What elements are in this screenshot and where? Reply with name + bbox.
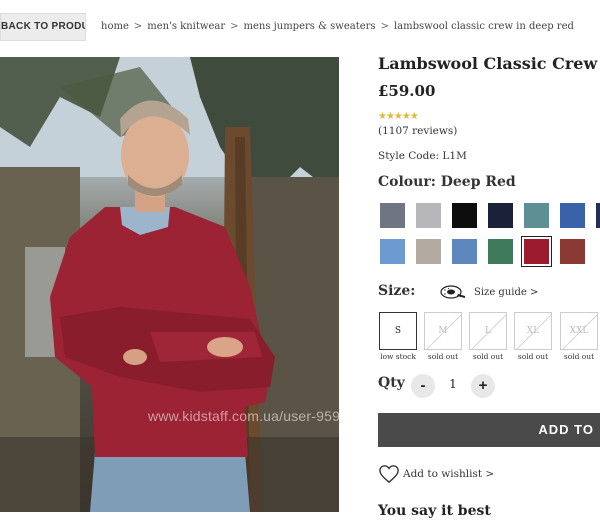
colour-swatch-rust[interactable] (560, 239, 585, 264)
colour-swatch-green[interactable] (488, 239, 513, 264)
rating-stars[interactable]: ★★★★★ (378, 111, 419, 122)
watermark-text: www.kidstaff.com.ua/user-95962.html (148, 408, 388, 424)
size-label: Size: (378, 283, 416, 299)
quantity-label: Qty (378, 375, 405, 391)
colour-swatch-light-grey[interactable] (416, 203, 441, 228)
breadcrumb-separator: > (133, 21, 143, 32)
colour-swatch-black[interactable] (452, 203, 477, 228)
breadcrumb-mens-knitwear[interactable]: men's knitwear (147, 21, 225, 32)
colour-swatch-oatmeal[interactable] (416, 239, 441, 264)
breadcrumb-home[interactable]: home (101, 21, 129, 32)
breadcrumb-current: lambswool classic crew in deep red (393, 21, 574, 32)
breadcrumb: home > men's knitwear > mens jumpers & sweat… (101, 21, 574, 32)
add-to-bag-button[interactable]: ADD TO (378, 413, 600, 447)
size-stock-status: low stock (380, 352, 416, 361)
colour-swatch-deep-red[interactable] (521, 236, 552, 267)
size-option-l[interactable]: L (469, 312, 507, 350)
quantity-value[interactable]: 1 (446, 377, 460, 391)
breadcrumb-separator: > (230, 21, 239, 32)
back-to-products-label: BACK TO PRODUCTS (1, 21, 85, 32)
size-option-m[interactable]: M (424, 312, 462, 350)
size-option-label: S (394, 326, 402, 336)
quantity-decrease-button[interactable]: - (411, 374, 435, 398)
size-option-label: M (438, 326, 448, 336)
breadcrumb-mens-jumpers[interactable]: mens jumpers & sweaters (244, 21, 376, 32)
colour-swatch-sky-blue[interactable] (380, 239, 405, 264)
tape-measure-icon (440, 285, 465, 299)
add-to-bag-label: ADD TO (538, 422, 594, 437)
product-photo[interactable] (0, 57, 339, 512)
colour-swatch-partial[interactable] (596, 203, 600, 228)
breadcrumb-separator: > (380, 21, 389, 32)
size-stock-status: sold out (427, 352, 459, 361)
colour-label: Colour: Deep Red (378, 174, 516, 190)
colour-swatch-navy[interactable] (488, 203, 513, 228)
size-option-s[interactable]: S (379, 312, 417, 350)
size-option-xxl[interactable]: XXL (560, 312, 598, 350)
size-option-label: XL (526, 326, 540, 336)
size-option-label: XXL (569, 326, 589, 336)
reviews-heading: You say it best (378, 503, 491, 519)
product-price: £59.00 (378, 82, 436, 100)
colour-swatch-grey-marl[interactable] (380, 203, 405, 228)
colour-swatch-blue[interactable] (560, 203, 585, 228)
size-stock-status: sold out (472, 352, 504, 361)
quantity-increase-button[interactable]: + (471, 374, 495, 398)
back-to-products-button[interactable]: BACK TO PRODUCTS (0, 13, 86, 41)
size-guide-link[interactable]: Size guide > (474, 287, 538, 298)
heart-icon[interactable] (378, 464, 400, 484)
colour-swatch-denim[interactable] (452, 239, 477, 264)
add-to-wishlist-link[interactable]: Add to wishlist > (403, 468, 494, 480)
size-stock-status: sold out (517, 352, 549, 361)
product-title: Lambswool Classic Crew (378, 54, 598, 73)
colour-swatch-teal[interactable] (524, 203, 549, 228)
reviews-link[interactable]: (1107 reviews) (378, 125, 457, 137)
size-stock-status: sold out (563, 352, 595, 361)
product-photo-illustration (0, 57, 339, 512)
style-code: Style Code: L1M (378, 150, 467, 162)
size-option-label: L (485, 326, 491, 336)
size-option-xl[interactable]: XL (514, 312, 552, 350)
